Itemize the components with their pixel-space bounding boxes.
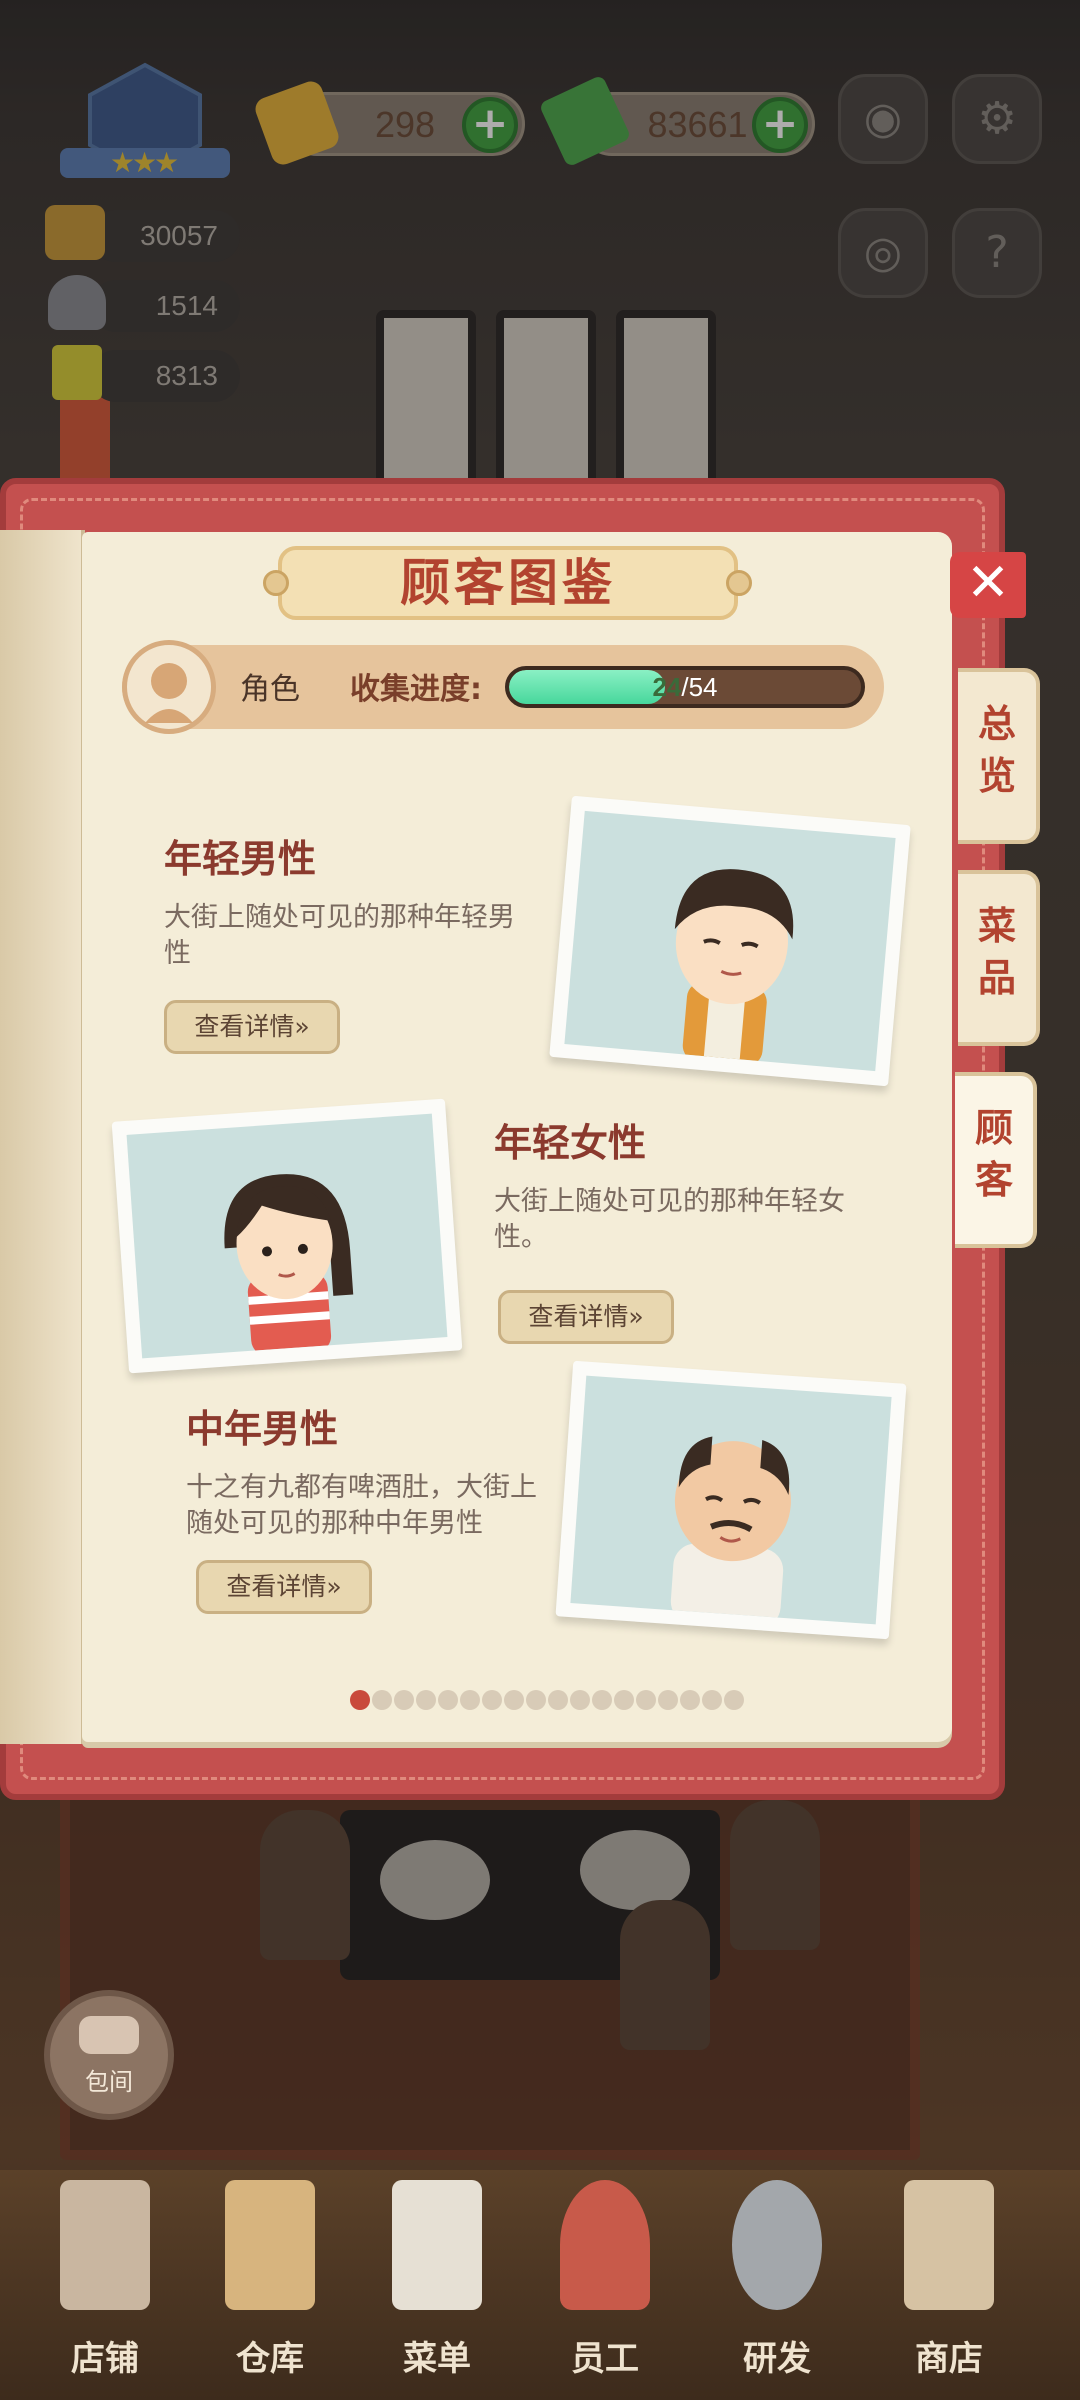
entry-title-young-man: 年轻男性 — [164, 837, 317, 881]
collection-progress-bar: 24/54 — [505, 666, 865, 708]
title-ornament-right — [726, 570, 752, 596]
page-dot[interactable] — [702, 1690, 722, 1710]
page-dot[interactable] — [504, 1690, 524, 1710]
game-screen: ★ ★ ★ 298 + 83661 + ◉ ⚙ ◎ ? 30057 1514 8… — [0, 0, 1080, 2400]
entry-desc-middle-aged-man: 十之有九都有啤酒肚，大街上随处可见的那种中年男性 — [186, 1472, 537, 1539]
clipboard-icon — [392, 2180, 482, 2310]
view-details-button[interactable]: 查看详情» — [164, 1000, 340, 1054]
young-woman-portrait — [224, 1174, 354, 1356]
entry-desc-young-man: 大街上随处可见的那种年轻男性 — [164, 902, 515, 969]
private-room-label: 包间 — [85, 2068, 133, 2096]
page-dot[interactable] — [526, 1690, 546, 1710]
progress-total: /54 — [681, 672, 718, 702]
role-label: 角色 — [240, 672, 300, 707]
page-indicator — [350, 1690, 750, 1714]
nav-research[interactable]: 研发 — [702, 2180, 852, 2380]
nav-shop-label: 商店 — [915, 2339, 983, 2379]
tab-overview[interactable]: 总览 — [958, 668, 1040, 844]
sofa-icon — [79, 2016, 139, 2054]
customer-photo-middle-aged-man[interactable] — [555, 1360, 907, 1640]
progress-current: 24 — [652, 672, 682, 702]
nav-menu[interactable]: 菜单 — [362, 2180, 512, 2380]
nav-research-label: 研发 — [743, 2339, 811, 2379]
tab-dishes-label: 菜品 — [977, 904, 1016, 1000]
nav-store[interactable]: 店铺 — [30, 2180, 180, 2380]
page-dot[interactable] — [680, 1690, 700, 1710]
nav-warehouse[interactable]: 仓库 — [195, 2180, 345, 2380]
page-dot[interactable] — [548, 1690, 568, 1710]
cooking-pot-icon — [732, 2180, 822, 2310]
nav-store-label: 店铺 — [71, 2339, 139, 2379]
shop-awning-icon — [904, 2180, 994, 2310]
private-room-button[interactable]: 包间 — [44, 1990, 174, 2120]
page-dot[interactable] — [658, 1690, 678, 1710]
customer-photo-young-woman[interactable] — [111, 1098, 463, 1374]
role-avatar — [122, 640, 216, 734]
customer-photo-young-man[interactable] — [549, 795, 911, 1087]
page-dot[interactable] — [482, 1690, 502, 1710]
page-dot[interactable] — [636, 1690, 656, 1710]
nav-warehouse-label: 仓库 — [236, 2339, 304, 2379]
nav-menu-label: 菜单 — [403, 2339, 471, 2379]
tab-customers-label: 顾客 — [974, 1106, 1013, 1202]
entry-title-young-woman: 年轻女性 — [494, 1121, 647, 1165]
nav-shop[interactable]: 商店 — [874, 2180, 1024, 2380]
view-details-button[interactable]: 查看详情» — [196, 1560, 372, 1614]
nav-staff[interactable]: 员工 — [530, 2180, 680, 2380]
page-dot[interactable] — [416, 1690, 436, 1710]
book-title: 顾客图鉴 — [400, 554, 616, 612]
collection-progress-text: 24/54 — [509, 670, 861, 704]
store-icon — [60, 2180, 150, 2310]
page-dot[interactable] — [570, 1690, 590, 1710]
book-spine — [0, 530, 85, 1744]
middle-aged-man-portrait — [670, 1436, 791, 1625]
page-dot[interactable] — [372, 1690, 392, 1710]
page-dot[interactable] — [460, 1690, 480, 1710]
entry-desc-young-woman: 大街上随处可见的那种年轻女性。 — [494, 1186, 845, 1253]
tab-customers[interactable]: 顾客 — [955, 1072, 1037, 1248]
collection-progress-label: 收集进度: — [350, 672, 482, 707]
page-dot[interactable] — [724, 1690, 744, 1710]
page-dot[interactable] — [350, 1690, 370, 1710]
page-dot[interactable] — [592, 1690, 612, 1710]
page-dot[interactable] — [614, 1690, 634, 1710]
young-man-portrait — [674, 869, 794, 1066]
view-details-button[interactable]: 查看详情» — [498, 1290, 674, 1344]
close-button[interactable]: ✕ — [950, 552, 1026, 618]
person-silhouette-icon — [145, 663, 193, 723]
book-title-plate: 顾客图鉴 — [278, 546, 738, 620]
warehouse-box-icon — [225, 2180, 315, 2310]
title-ornament-left — [263, 570, 289, 596]
tab-overview-label: 总览 — [977, 702, 1016, 798]
staff-chef-icon — [560, 2180, 650, 2310]
entry-title-middle-aged-man: 中年男性 — [186, 1407, 339, 1451]
close-icon: ✕ — [966, 553, 1010, 613]
page-dot[interactable] — [394, 1690, 414, 1710]
tab-dishes[interactable]: 菜品 — [958, 870, 1040, 1046]
page-dot[interactable] — [438, 1690, 458, 1710]
nav-staff-label: 员工 — [571, 2339, 639, 2379]
